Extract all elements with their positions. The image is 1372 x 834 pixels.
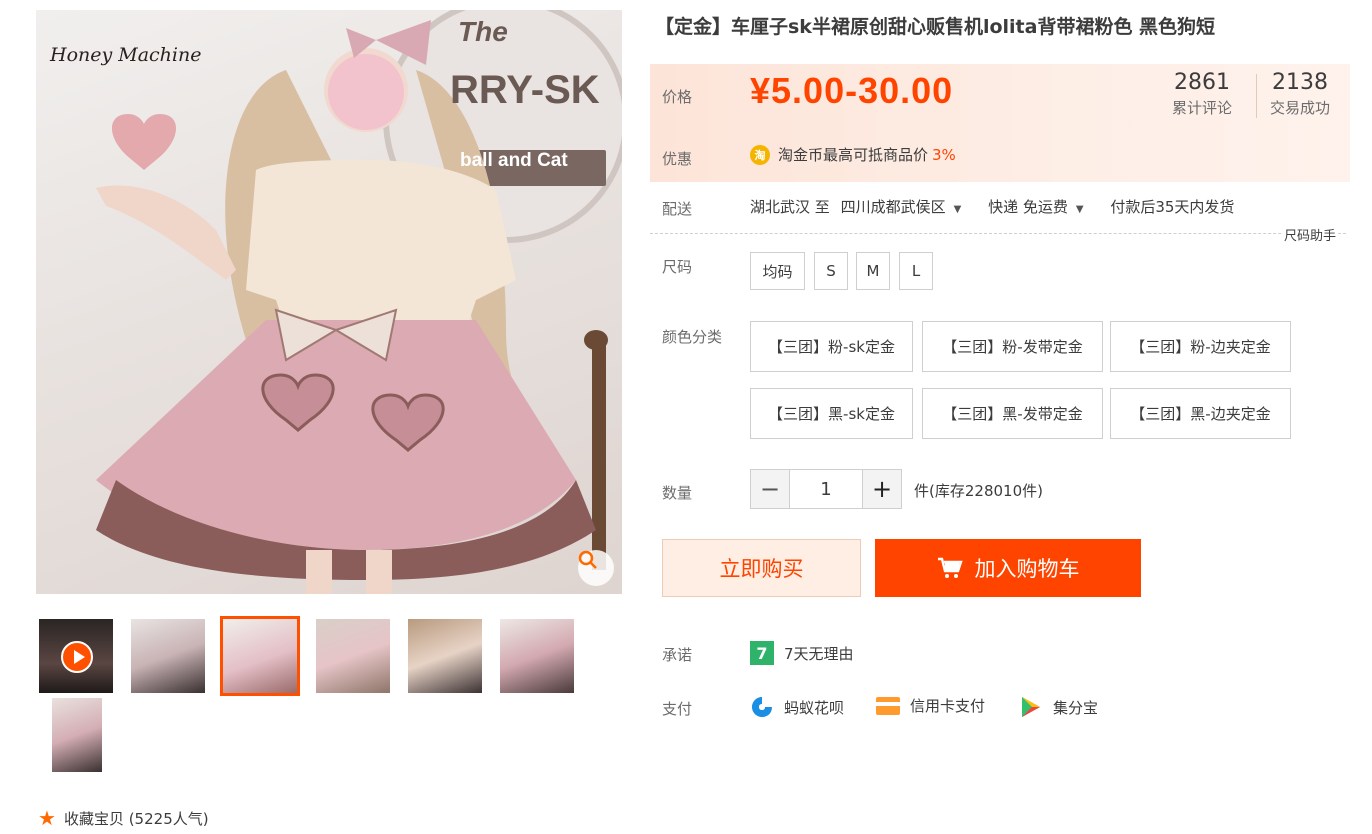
product-title: 【定金】车厘子sk半裙原创甜心贩售机lolita背带裙粉色 黑色狗短 <box>655 16 1216 38</box>
quantity-label: 数量 <box>662 484 693 502</box>
quantity-increase-button[interactable]: + <box>862 469 902 509</box>
shipping-destination[interactable]: 四川成都武侯区 <box>841 198 946 216</box>
cart-icon <box>937 557 963 578</box>
divider <box>650 233 1346 234</box>
thumbnail-item[interactable] <box>131 619 205 693</box>
color-option[interactable]: 【三团】黑-边夹定金 <box>1110 388 1291 439</box>
thumbnail-item[interactable] <box>52 698 102 772</box>
size-option[interactable]: 均码 <box>750 252 805 290</box>
stat-reviews[interactable]: 2861 累计评论 <box>1162 70 1242 118</box>
payment-method-label: 信用卡支付 <box>910 697 986 715</box>
play-icon[interactable] <box>61 641 93 673</box>
price-label: 价格 <box>662 88 693 106</box>
stock-info: 件(库存228010件) <box>914 482 1043 500</box>
color-option[interactable]: 【三团】粉-sk定金 <box>750 321 913 372</box>
stat-reviews-caption: 累计评论 <box>1171 99 1232 117</box>
size-option[interactable]: M <box>856 252 890 290</box>
stat-sales: 2138 交易成功 <box>1260 70 1340 118</box>
payment-credit-card[interactable]: 信用卡支付 <box>876 695 985 716</box>
thumbnail-video[interactable] <box>39 619 113 693</box>
shipping-from: 湖北武汉 至 <box>750 198 830 216</box>
thumbnail-item[interactable] <box>408 619 482 693</box>
color-option[interactable]: 【三团】粉-边夹定金 <box>1110 321 1291 372</box>
promo-percent: 3% <box>932 145 956 164</box>
shipping-method[interactable]: 快递 免运费 <box>988 198 1068 216</box>
add-to-cart-label: 加入购物车 <box>974 557 1080 581</box>
payment-huabei[interactable]: 蚂蚁花呗 <box>750 695 844 719</box>
size-assistant-link[interactable]: 尺码助手 <box>1282 225 1339 244</box>
color-label: 颜色分类 <box>662 328 723 346</box>
sign-text-top: The <box>458 16 508 47</box>
sign-text-main: RRY-SK <box>450 68 600 112</box>
favorite-button[interactable]: ★ 收藏宝贝 (5225人气) <box>38 806 209 830</box>
promise-info[interactable]: 7 7天无理由 <box>750 641 854 665</box>
stat-sales-value: 2138 <box>1272 70 1328 95</box>
star-icon: ★ <box>38 806 56 830</box>
price-panel: 价格 ¥5.00-30.00 2861 累计评论 2138 交易成功 优惠 淘 … <box>650 64 1350 182</box>
favorite-label: 收藏宝贝 (5225人气) <box>63 809 209 828</box>
thumbnail-item[interactable] <box>500 619 574 693</box>
credit-card-icon <box>876 696 900 715</box>
stat-sales-caption: 交易成功 <box>1269 99 1330 117</box>
zoom-icon[interactable] <box>578 550 614 586</box>
quantity-stepper: − 1 + <box>750 469 902 509</box>
payment-label: 支付 <box>662 700 693 718</box>
taojinbi-coin-icon: 淘 <box>750 144 770 165</box>
buy-now-button[interactable]: 立即购买 <box>662 539 861 597</box>
shipping-info: 湖北武汉 至 四川成都武侯区 ▼ 快递 免运费 ▼ 付款后35天内发货 <box>750 196 1234 217</box>
color-option[interactable]: 【三团】粉-发带定金 <box>922 321 1103 372</box>
promo-info: 淘 淘金币最高可抵商品价 3% <box>750 144 956 165</box>
stat-reviews-value: 2861 <box>1174 70 1230 95</box>
seven-day-return-icon: 7 <box>750 641 774 665</box>
quantity-input[interactable]: 1 <box>790 469 862 509</box>
size-option[interactable]: S <box>814 252 848 290</box>
color-option[interactable]: 【三团】黑-发带定金 <box>922 388 1103 439</box>
thumbnail-item[interactable] <box>316 619 390 693</box>
size-option[interactable]: L <box>899 252 933 290</box>
thumbnail-item-active[interactable] <box>220 616 300 696</box>
chevron-down-icon[interactable]: ▼ <box>1076 204 1084 215</box>
brand-logo: Honey Machine <box>50 44 202 66</box>
stat-divider <box>1256 74 1257 118</box>
promo-text: 淘金币最高可抵商品价 <box>778 146 929 164</box>
promise-text: 7天无理由 <box>784 644 854 663</box>
add-to-cart-button[interactable]: 加入购物车 <box>875 539 1141 597</box>
price-value: ¥5.00-30.00 <box>750 70 954 111</box>
jifenbao-icon <box>1022 697 1040 717</box>
chevron-down-icon[interactable]: ▼ <box>954 204 962 215</box>
payment-jifenbao[interactable]: 集分宝 <box>1019 695 1098 719</box>
payment-method-label: 集分宝 <box>1053 698 1099 717</box>
shipping-note: 付款后35天内发货 <box>1110 198 1235 216</box>
huabei-icon <box>752 697 772 717</box>
main-product-image[interactable]: Honey Machine The RRY-SK ball and Cat <box>36 10 622 594</box>
quantity-decrease-button[interactable]: − <box>750 469 790 509</box>
promo-label: 优惠 <box>662 150 693 168</box>
promise-label: 承诺 <box>662 646 693 664</box>
color-option[interactable]: 【三团】黑-sk定金 <box>750 388 913 439</box>
size-label: 尺码 <box>662 258 693 276</box>
sign-text-sub: ball and Cat <box>460 150 568 171</box>
shipping-label: 配送 <box>662 200 693 218</box>
payment-method-label: 蚂蚁花呗 <box>784 698 845 717</box>
